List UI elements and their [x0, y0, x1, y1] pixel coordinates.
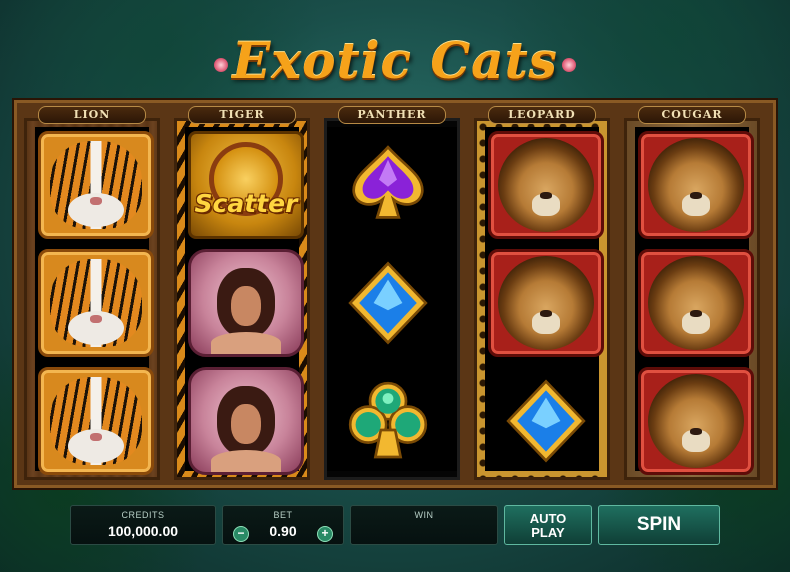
- autoplay-label-line2: PLAY: [531, 525, 565, 540]
- reel-label-lion: LION: [38, 106, 146, 124]
- credits-value: 100,000.00: [107, 523, 179, 539]
- lion-symbol: [488, 249, 604, 357]
- diamond-icon: [348, 261, 428, 345]
- win-caption: WIN: [414, 510, 434, 520]
- reel-lion: LION: [24, 106, 160, 480]
- bet-display: BET 0.90 − +: [222, 505, 344, 545]
- lion-symbol: [638, 131, 754, 239]
- reel-leopard: LEOPARD: [474, 106, 610, 480]
- reel-label-tiger: TIGER: [188, 106, 296, 124]
- bet-caption: BET: [273, 510, 293, 520]
- diamond-symbol: [488, 367, 604, 475]
- lion-icon: [498, 138, 594, 232]
- woman-symbol: [188, 367, 304, 475]
- reel-window: [485, 127, 604, 471]
- spade-icon: [352, 145, 424, 219]
- autoplay-label-line1: AUTO: [529, 511, 567, 526]
- tiger-symbol: [38, 131, 154, 239]
- flower-icon: [561, 58, 576, 72]
- reel-window: [635, 127, 754, 475]
- autoplay-button[interactable]: AUTO PLAY: [504, 505, 592, 545]
- tiger-icon: [50, 377, 142, 465]
- tiger-icon: [50, 259, 142, 347]
- lion-symbol: [638, 249, 754, 357]
- credits-caption: CREDITS: [121, 510, 165, 520]
- reel-panther: PANTHER: [324, 106, 460, 480]
- lion-icon: [648, 374, 744, 468]
- diamond-symbol: [330, 249, 446, 357]
- win-display: WIN: [350, 505, 498, 545]
- reel-cougar: COUGAR: [624, 106, 760, 480]
- lion-icon: [648, 256, 744, 350]
- scatter-label: Scatter: [194, 189, 298, 218]
- flower-icon: [214, 58, 229, 72]
- woman-symbol: [188, 249, 304, 357]
- reel-window: [327, 127, 457, 471]
- lion-symbol: [488, 131, 604, 239]
- woman-icon: [211, 268, 281, 354]
- woman-icon: [211, 386, 281, 472]
- lion-icon: [648, 138, 744, 232]
- reel-window: Scatter: [185, 127, 304, 475]
- reel-label-panther: PANTHER: [338, 106, 446, 124]
- credits-display: CREDITS 100,000.00: [70, 505, 216, 545]
- reel-window: [35, 127, 154, 475]
- tiger-symbol: [38, 367, 154, 475]
- reels-frame: LION TIGER Scatter PANTHER LEOPARD COUGA…: [12, 98, 778, 490]
- tiger-symbol: [38, 249, 154, 357]
- club-icon: [348, 381, 428, 459]
- reel-tiger: TIGER Scatter: [174, 106, 310, 480]
- lion-symbol: [638, 367, 754, 475]
- bet-decrease-button[interactable]: −: [233, 526, 249, 542]
- reel-label-leopard: LEOPARD: [488, 106, 596, 124]
- reel-label-cougar: COUGAR: [638, 106, 746, 124]
- spin-button[interactable]: SPIN: [598, 505, 720, 545]
- game-title: Exotic Cats: [232, 31, 558, 90]
- spade-symbol: [330, 131, 446, 239]
- lion-icon: [498, 256, 594, 350]
- scatter-symbol: Scatter: [188, 131, 304, 239]
- club-symbol: [330, 367, 446, 475]
- tiger-icon: [50, 141, 142, 229]
- game-logo: Exotic Cats: [0, 30, 790, 92]
- diamond-icon: [506, 379, 586, 463]
- bet-increase-button[interactable]: +: [317, 526, 333, 542]
